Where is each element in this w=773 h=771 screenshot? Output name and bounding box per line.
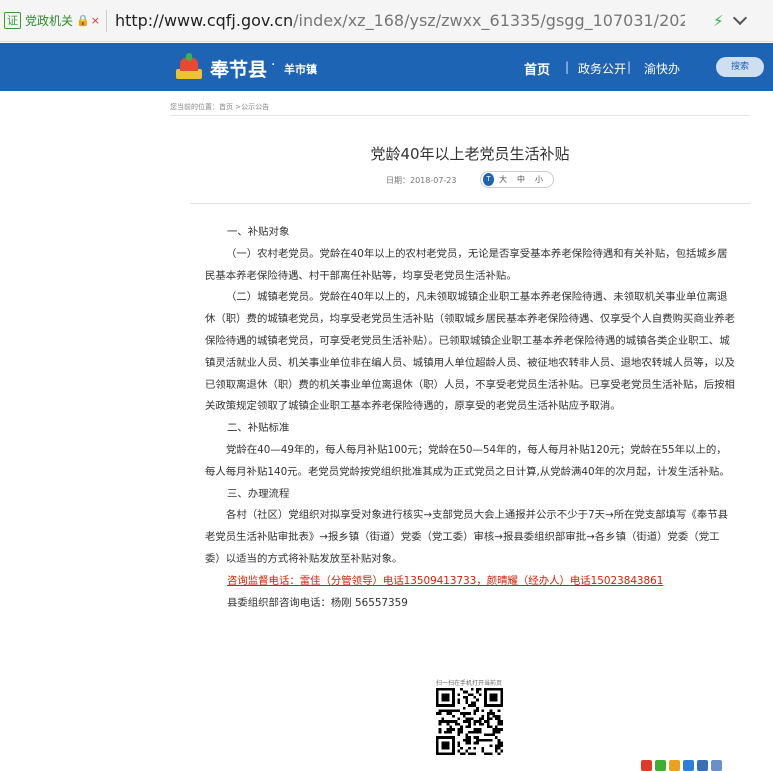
email-share-icon[interactable] — [683, 760, 694, 771]
qr-caption: 扫一扫在手机打开当前页 — [436, 680, 503, 687]
site-subtitle: 羊市镇 — [284, 63, 317, 76]
paragraph: （一）农村老党员。党龄在40年以上的农村老党员，无论是否享受基本养老保险待遇和有… — [205, 247, 728, 282]
lightning-icon[interactable]: ⚡ — [713, 12, 724, 30]
paragraph: 各村（社区）党组织对拟享受对象进行核实→支部党员大会上通报并公示不少于7天→所在… — [205, 509, 728, 565]
search-button[interactable]: 搜索 — [716, 57, 764, 77]
print-icon[interactable] — [697, 760, 708, 771]
nav-fast-service[interactable]: 渝快办 — [644, 60, 680, 77]
font-size-icon: T — [483, 173, 494, 186]
paragraph: 党龄在40—49年的，每人每月补贴100元；党龄在50—54年的，每人每月补贴1… — [205, 443, 730, 478]
url-host: http://www.cqfj.gov.cn — [114, 11, 294, 30]
article-body: 一、补贴对象 （一）农村老党员。党龄在40年以上的农村老党员，无论是否享受基本养… — [205, 222, 735, 614]
page-title: 党龄40年以上老党员生活补贴 — [370, 145, 570, 163]
browser-address-bar: 证 党政机关 🔒 × http://www.cqfj.gov.cn/index/… — [0, 0, 773, 42]
hotline-link[interactable]: 咨询监督电话：雷佳（分管领导）电话13509413733，颜晴耀（经办人）电话1… — [205, 571, 735, 593]
site-header: 奉节县 · 羊市镇 首页 | 政务公开 | 渝快办 搜索 — [0, 43, 773, 91]
site-logo-icon[interactable] — [174, 53, 204, 81]
weibo-share-icon[interactable] — [641, 760, 652, 771]
nav-home[interactable]: 首页 — [524, 59, 550, 78]
font-size-large[interactable]: 大 — [499, 174, 507, 185]
divider — [170, 115, 750, 116]
lock-icon[interactable]: 🔒 — [76, 14, 90, 27]
divider — [105, 9, 107, 32]
favorite-icon[interactable] — [711, 760, 722, 771]
nav-separator: | — [627, 60, 632, 74]
article-date: 日期：2018-07-23 — [386, 176, 457, 185]
insecure-x-icon: × — [90, 14, 100, 27]
url-field[interactable]: http://www.cqfj.gov.cn/index/xz_168/ysz/… — [115, 11, 685, 30]
certificate-icon[interactable]: 证 — [4, 12, 21, 29]
divider — [190, 203, 750, 204]
nav-separator: | — [565, 60, 570, 74]
site-title-dot: · — [271, 57, 276, 73]
font-size-medium[interactable]: 中 — [517, 174, 525, 185]
chevron-down-icon[interactable] — [733, 10, 748, 25]
breadcrumb[interactable]: 您当前的位置：首页 >公示公告 — [170, 102, 269, 112]
county-contact: 县委组织部咨询电话：杨刚 56557359 — [227, 596, 408, 609]
font-size-switcher: T 大 中 小 — [480, 171, 554, 188]
section-heading: 二、补贴标准 — [227, 422, 290, 435]
section-heading: 一、补贴对象 — [227, 226, 290, 238]
section-heading: 三、办理流程 — [227, 487, 290, 500]
wechat-share-icon[interactable] — [655, 760, 666, 771]
nav-gov-open[interactable]: 政务公开 — [578, 60, 626, 77]
qr-code-icon — [436, 688, 503, 755]
url-path: /index/xz_168/ysz/zwxx_61335/gsgg_107031… — [293, 11, 685, 30]
site-identity-label[interactable]: 党政机关 — [25, 12, 73, 29]
share-bar — [641, 760, 722, 771]
qzone-share-icon[interactable] — [669, 760, 680, 771]
paragraph: （二）城镇老党员。党龄在40年以上的，凡未领取城镇企业职工基本养老保险待遇、未领… — [205, 291, 735, 413]
font-size-small[interactable]: 小 — [535, 174, 543, 185]
site-title[interactable]: 奉节县 — [210, 55, 267, 82]
